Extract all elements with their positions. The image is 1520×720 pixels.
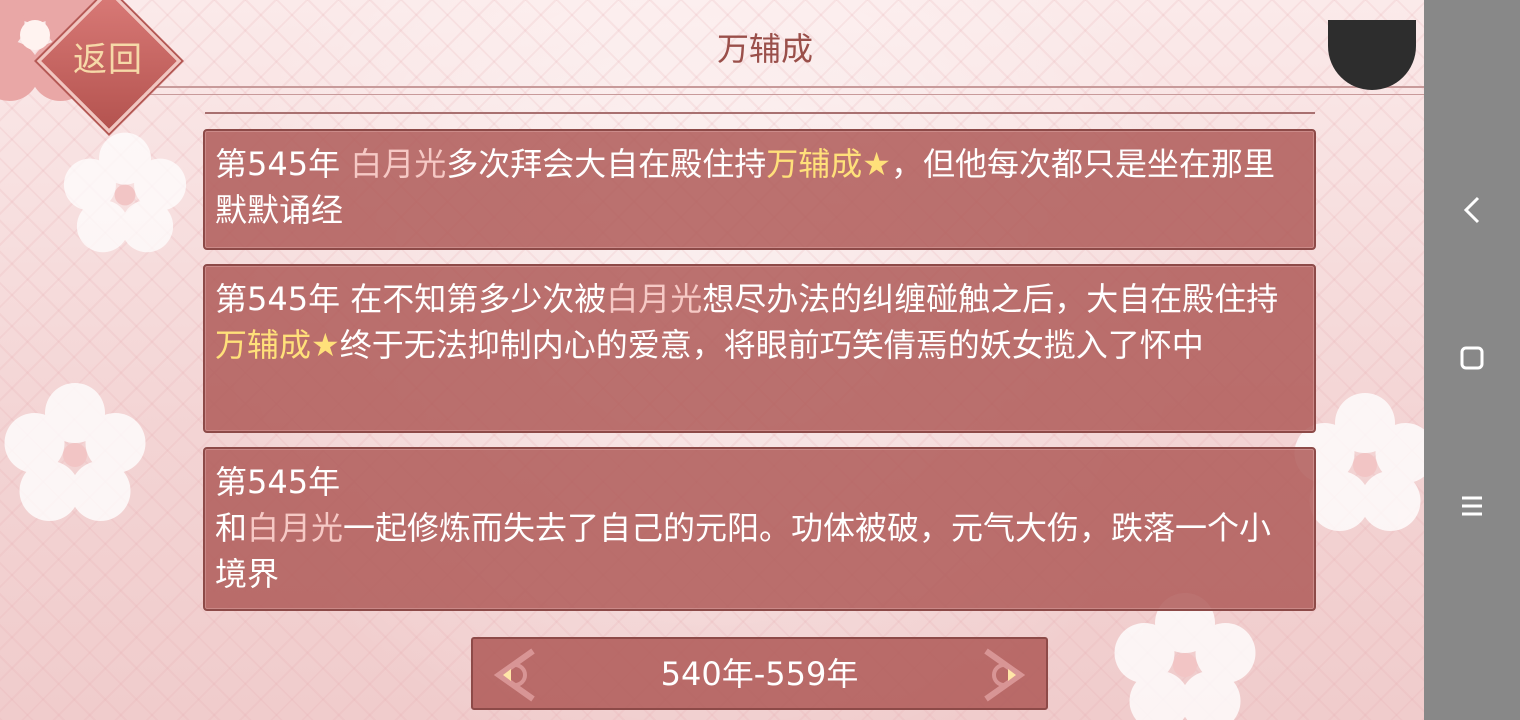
- event-card: 第545年 白月光多次拜会大自在殿住持万辅成★，但他每次都只是坐在那里默默诵经: [203, 129, 1316, 250]
- event-part: 终于无法抑制内心的爱意，将眼前巧笑倩焉的妖女揽入了怀中: [339, 326, 1204, 364]
- event-part: 万辅成★: [215, 326, 340, 364]
- event-part: 和: [215, 509, 248, 547]
- event-text: 第545年 在不知第多少次被白月光想尽办法的纠缠碰触之后，大自在殿住持万辅成★终…: [215, 280, 1278, 364]
- event-part: 在不知第多少次被: [350, 280, 607, 318]
- blossom-decoration: [4, 383, 146, 521]
- hamburger-icon[interactable]: [1452, 486, 1492, 526]
- chevron-left-icon[interactable]: [1452, 190, 1492, 230]
- game-screen: 返回 万辅成 第545年 白月光多次拜会大自在殿住持万辅成★，但他每次都只是坐在…: [0, 0, 1424, 720]
- square-icon[interactable]: [1452, 338, 1492, 378]
- event-part: 白月光: [247, 509, 344, 547]
- year-range-label: 540年-559年: [660, 655, 859, 693]
- event-year: 第545年: [215, 145, 341, 183]
- event-card: 第545年 和白月光一起修炼而失去了自己的元阳。功体被破，元气大伤，跌落一个小境…: [203, 447, 1316, 611]
- back-button[interactable]: 返回: [58, 32, 158, 81]
- event-year: 第545年: [215, 280, 341, 318]
- event-part: 白月光: [350, 145, 447, 183]
- event-part: 一起修炼而失去了自己的元阳。功体被破，元气大伤，跌落一个小境界: [215, 509, 1272, 593]
- page-title: 万辅成: [716, 30, 813, 68]
- event-text: 和白月光一起修炼而失去了自己的元阳。功体被破，元气大伤，跌落一个小境界: [215, 509, 1271, 593]
- event-card: 第545年 在不知第多少次被白月光想尽办法的纠缠碰触之后，大自在殿住持万辅成★终…: [203, 264, 1316, 433]
- event-part: 想尽办法的纠缠碰触之后，大自在殿住持: [702, 280, 1279, 318]
- blossom-decoration: [63, 132, 187, 253]
- event-part: 万辅成★: [766, 145, 891, 183]
- next-page-arrow-icon[interactable]: [974, 645, 1034, 705]
- year-range-pager: 540年-559年: [471, 637, 1048, 710]
- header-divider: [105, 86, 1424, 95]
- event-year: 第545年: [215, 463, 341, 501]
- event-part: 白月光: [606, 280, 703, 318]
- event-part: 多次拜会大自在殿住持: [446, 145, 767, 183]
- content-divider: [205, 112, 1315, 114]
- system-navigation-bar: [1424, 0, 1520, 720]
- event-text: 第545年 白月光多次拜会大自在殿住持万辅成★，但他每次都只是坐在那里默默诵经: [215, 145, 1275, 229]
